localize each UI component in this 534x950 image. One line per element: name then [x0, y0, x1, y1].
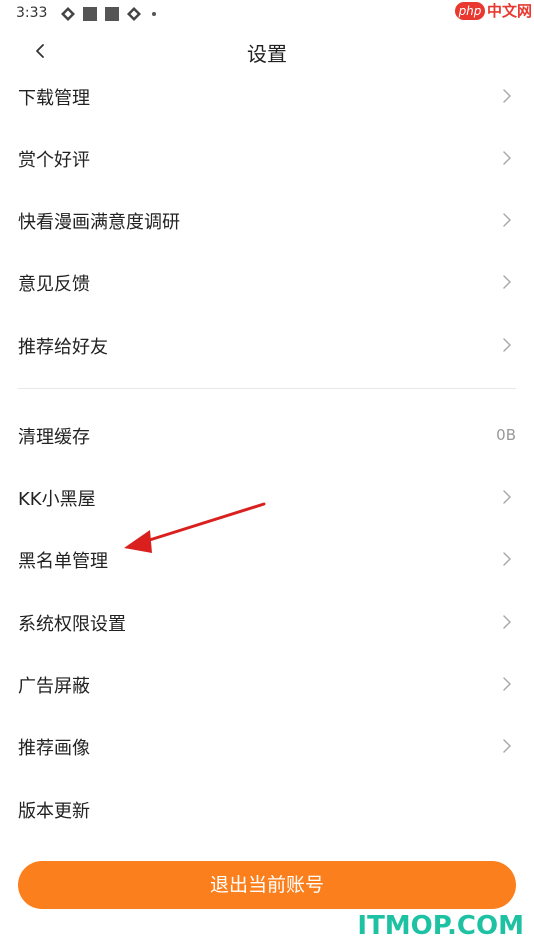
logout-button[interactable]: 退出当前账号 — [18, 861, 516, 909]
watermark-bottom: ITMOP.COM — [357, 911, 524, 941]
red-arrow-icon — [124, 502, 266, 553]
